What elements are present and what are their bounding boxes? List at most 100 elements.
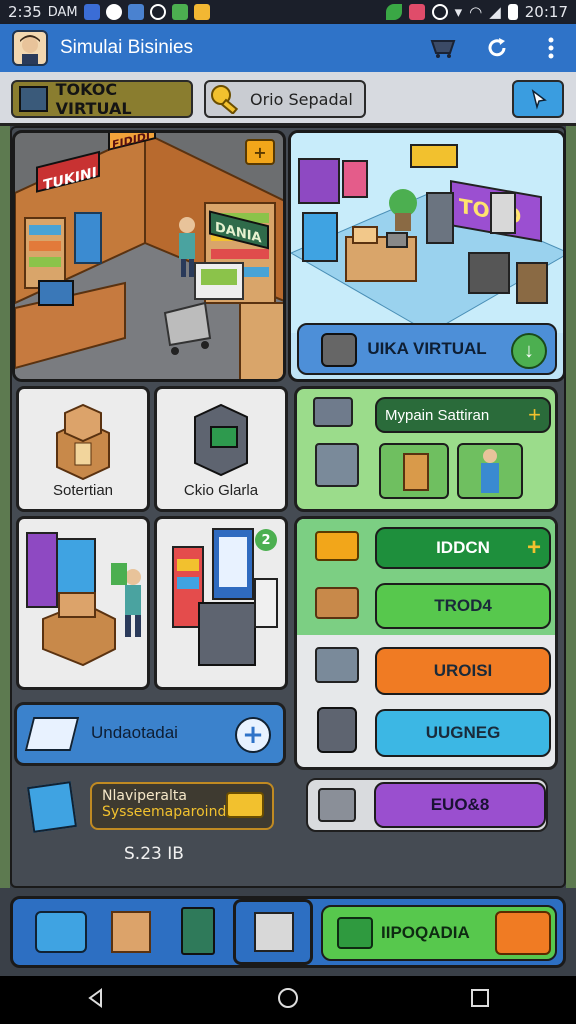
home-button[interactable]	[276, 986, 300, 1014]
mail-icon	[83, 4, 100, 20]
system-nav-bar	[0, 976, 576, 1024]
menu-button-4-label: UUGNEG	[425, 723, 501, 742]
safe-icon	[317, 707, 357, 753]
store-tab[interactable]: TOKOC VIRTUAL	[11, 80, 193, 118]
store-icon	[19, 86, 48, 112]
back-icon	[87, 988, 102, 1008]
crate-tab[interactable]	[233, 899, 313, 965]
location-icon: ▾	[454, 3, 463, 21]
safe-small-icon	[318, 788, 356, 822]
blue-bar-label: Undaotadai	[91, 723, 178, 742]
note-panel: Nlaviperalta Sysseemaparoind S.23 IB	[14, 770, 286, 882]
card-icon	[24, 717, 80, 751]
add-button[interactable]: +	[235, 717, 271, 753]
blue-action-bar[interactable]: Undaotadai +	[14, 702, 286, 766]
purple-button-label: EUO&8	[430, 795, 490, 814]
play-button[interactable]	[512, 80, 564, 118]
tile-storage-label: Sotertian	[52, 482, 114, 499]
recents-icon	[471, 989, 490, 1007]
fridge-icon[interactable]	[181, 907, 215, 955]
background-left	[0, 126, 10, 888]
tile-storage[interactable]: Sotertian	[16, 386, 150, 512]
mailbox-icon	[321, 333, 357, 367]
plus-icon: +	[526, 534, 541, 561]
plus-icon: +	[528, 402, 541, 427]
status-time-right: 20:17	[524, 3, 568, 21]
refresh-icon[interactable]	[484, 35, 510, 61]
cursor-icon	[531, 89, 547, 110]
background-right	[566, 126, 576, 888]
virtual-store-scene[interactable]: TOKO UIKA VIRTUAL ↓	[288, 130, 566, 382]
crate-slot[interactable]	[379, 443, 449, 499]
add-item-button[interactable]: +	[245, 139, 275, 165]
brush-icon	[27, 781, 77, 833]
menu-button-2[interactable]: TROD4	[375, 583, 551, 629]
box-icon[interactable]	[111, 911, 151, 953]
recents-button[interactable]	[469, 987, 491, 1013]
cash-icon	[313, 397, 353, 427]
purple-button[interactable]: EUO&8	[374, 782, 546, 828]
key-icon	[210, 84, 242, 116]
menu-button-3[interactable]: UROISI	[375, 647, 551, 695]
menu-panel: IDDCN + TROD4 UROISI UUGNEG	[294, 516, 558, 770]
green-panel-title-button[interactable]: Mypain Sattiran +	[375, 397, 551, 433]
avatar[interactable]	[12, 30, 48, 66]
boxes-open-icon	[315, 531, 359, 561]
cube-icon	[254, 912, 294, 952]
register-icon	[315, 587, 359, 619]
menu-button-3-label: UROISI	[433, 661, 493, 680]
leaf-icon	[385, 4, 402, 20]
stack-icon	[315, 443, 359, 487]
crate-icon	[403, 453, 429, 491]
more-menu-icon[interactable]	[538, 35, 564, 61]
menu-button-4[interactable]: UUGNEG	[375, 709, 551, 757]
money-icon	[171, 4, 188, 20]
back-button[interactable]	[85, 987, 107, 1013]
tile-kiosk[interactable]: 2	[154, 516, 288, 690]
search-label: Orio Sepadal	[250, 89, 353, 109]
home-icon	[277, 988, 298, 1008]
bottom-bar: IIPOQADIA	[10, 896, 566, 968]
display-shelf-icon	[26, 532, 141, 667]
tile-display[interactable]	[16, 516, 150, 690]
shop-scene[interactable]: TUKINI FIDIDI DANIA +	[12, 130, 286, 382]
note-amount: S.23 IB	[124, 844, 184, 864]
app-bar: Simulai Bisinies	[0, 24, 576, 72]
status-time: 2:35	[8, 3, 42, 21]
chat-icon	[105, 4, 122, 20]
status-bar: 2:35 DAM ▾ ◠ ◢ 20:17	[0, 0, 576, 24]
virtual-store-button[interactable]: UIKA VIRTUAL ↓	[297, 323, 557, 375]
upgrade-icon	[337, 917, 373, 949]
virtual-store-label: UIKA VIRTUAL	[367, 339, 487, 358]
ticket-icon	[495, 911, 551, 955]
store-label: TOKOC VIRTUAL	[55, 80, 132, 118]
worker-icon	[483, 449, 497, 463]
menu-button-2-label: TROD4	[434, 596, 492, 615]
badge-icon: 2	[255, 529, 277, 551]
download-icon[interactable]: ↓	[511, 333, 547, 369]
money-stack-icon[interactable]	[35, 911, 87, 953]
note-box: Nlaviperalta Sysseemaparoind	[90, 782, 274, 830]
lock-icon	[193, 4, 210, 20]
green-panel: Mypain Sattiran +	[294, 386, 558, 512]
game-screen: { "status_bar": {"time_left": "2:35", "t…	[0, 0, 576, 1024]
app-title: Simulai Bisinies	[60, 37, 194, 58]
menu-button-1-label: IDDCN	[436, 538, 490, 557]
machine-icon	[194, 403, 248, 477]
battery-icon	[507, 4, 518, 20]
wifi-icon: ◠	[469, 3, 483, 21]
status-time-suffix: DAM	[47, 4, 78, 20]
worker-slot[interactable]	[457, 443, 523, 499]
app-icon	[408, 4, 425, 20]
bin-icon	[315, 647, 359, 683]
upgrade-button[interactable]: IIPOQADIA	[321, 905, 557, 961]
green-panel-title: Mypain Sattiran	[385, 406, 490, 424]
clock-icon	[149, 4, 166, 20]
image-icon	[127, 4, 144, 20]
tile-machine-label: Ckio Glarla	[183, 482, 259, 499]
tile-machine[interactable]: Ckio Glarla	[154, 386, 288, 512]
search-field[interactable]: Orio Sepadal	[204, 80, 366, 118]
cart-icon[interactable]	[430, 35, 456, 61]
purple-action[interactable]: EUO&8	[306, 778, 548, 832]
menu-button-1[interactable]: IDDCN +	[375, 527, 551, 569]
